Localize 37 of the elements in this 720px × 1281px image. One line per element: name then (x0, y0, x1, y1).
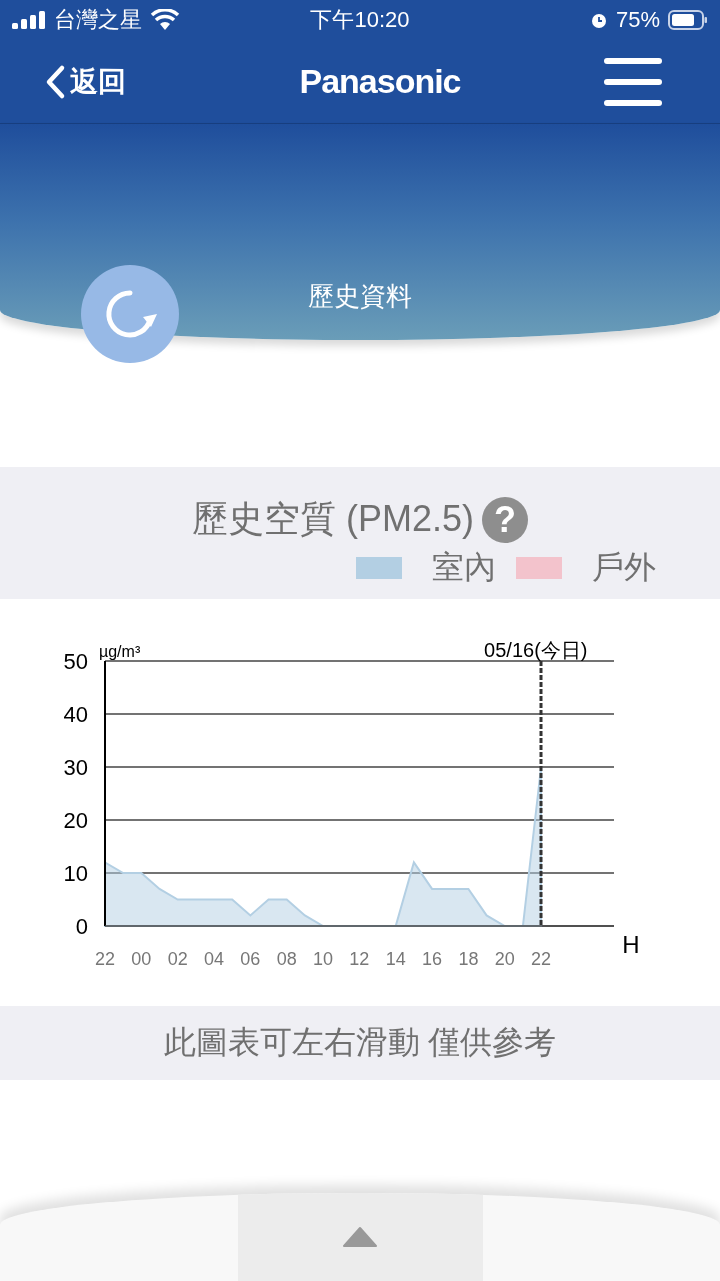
triangle-up-icon (342, 1226, 378, 1248)
x-tick-label: 06 (240, 949, 261, 969)
x-tick-label: 18 (458, 949, 479, 969)
x-tick-label: 22 (95, 949, 115, 969)
today-label: 05/16(今日) (484, 639, 588, 661)
x-tick-label: 16 (422, 949, 443, 969)
y-tick-label: 20 (63, 808, 88, 833)
menu-button[interactable] (604, 57, 662, 106)
battery-icon (668, 10, 708, 30)
x-tick-label: 22 (531, 949, 552, 969)
page-title: 歷史資料 (308, 280, 412, 313)
back-button[interactable]: 返回 (44, 62, 126, 101)
legend-label: 室內 (432, 548, 496, 587)
x-tick-label: 10 (313, 949, 334, 969)
section-title: 歷史空質 (PM2.5) (192, 497, 474, 541)
x-axis-label: H (622, 931, 640, 958)
signal-icon (12, 11, 46, 29)
chart-note: 此圖表可左右滑動 僅供參考 (163, 1023, 557, 1062)
y-tick-label: 10 (63, 861, 88, 886)
x-tick-label: 12 (349, 949, 370, 969)
battery-percent: 75% (615, 7, 660, 33)
y-tick-label: 50 (63, 649, 88, 674)
y-tick-label: 0 (75, 914, 88, 939)
y-tick-label: 30 (63, 755, 88, 780)
x-tick-label: 08 (276, 949, 297, 969)
x-tick-label: 04 (204, 949, 225, 969)
x-tick-label: 14 (385, 949, 406, 969)
wifi-icon (150, 9, 180, 31)
carrier-name: 台灣之星 (54, 6, 142, 34)
clock-time: 下午10:20 (310, 6, 410, 34)
x-tick-label: 02 (167, 949, 188, 969)
legend-label: 戶外 (592, 548, 656, 587)
brand-logo: Panasonic (299, 62, 461, 101)
x-tick-label: 20 (494, 949, 515, 969)
x-tick-label: 00 (131, 949, 152, 969)
y-tick-label: 40 (63, 702, 88, 727)
unit-label: µg/m³ (99, 643, 141, 660)
